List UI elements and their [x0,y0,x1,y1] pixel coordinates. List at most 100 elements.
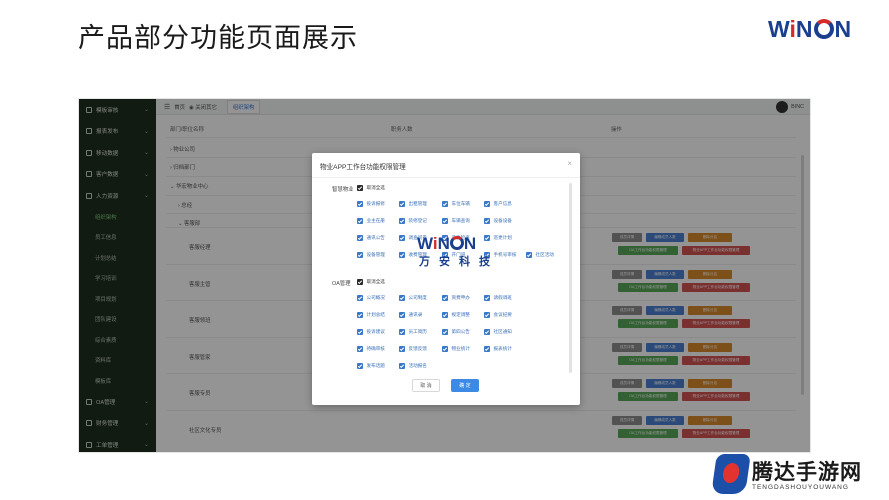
permission-checkbox[interactable]: 规定调整 [442,312,470,318]
checkbox-checked-icon [399,235,405,241]
permission-checkbox[interactable]: 请假调班 [484,295,512,301]
permission-checkbox[interactable]: 会议纪要 [484,312,512,318]
permission-checkbox[interactable]: 社区通知 [484,329,512,335]
permission-checkbox[interactable]: 出租管理 [399,201,427,207]
checkbox-checked-icon [357,279,363,285]
checkbox-checked-icon [526,252,532,258]
modal-title: 物业APP工作台功能权限管理 [320,164,406,171]
checkbox-label: 公司概况 [366,295,385,300]
permission-checkbox[interactable]: 活动报名 [399,363,427,369]
permission-checkbox[interactable]: 资费申办 [442,295,470,301]
checkbox-label: 报表统计 [493,346,512,351]
permission-checkbox[interactable]: 投诉报修 [357,201,385,207]
watermark-logo-part: W [417,234,433,253]
permission-checkbox[interactable]: 巡更计划 [484,235,512,241]
permission-checkbox[interactable]: 计划总结 [357,312,385,318]
checkbox-label: 设备设备 [493,218,512,223]
checkbox-checked-icon [357,201,363,207]
permission-checkbox[interactable]: 车位车辆 [442,201,470,207]
checkbox-checked-icon [357,346,363,352]
checkbox-label: 出租管理 [408,201,427,206]
checkbox-checked-icon [399,363,405,369]
checkbox-label: 社区活动 [535,252,554,257]
watermark-logo-part: N [437,234,450,253]
checkbox-checked-icon [484,201,490,207]
checkbox-label: 第四公告 [451,329,470,334]
checkbox-checked-icon [442,329,448,335]
checkbox-label: 车位车辆 [451,201,470,206]
watermark-logo-part: N [463,234,477,253]
permission-checkbox[interactable]: 公司概况 [357,295,385,301]
checkbox-label: 取消全选 [366,279,385,284]
checkbox-checked-icon [442,312,448,318]
checkbox-checked-icon [442,218,448,224]
checkbox-checked-icon [357,363,363,369]
app-screenshot: 模板审核 ⌄ 报表发布 ⌄ 移动数据 ⌄ 客户数据 ⌄ 人力资源 ⌄ 组织架构 员工信息 计划总结 学习培… [78,98,811,453]
watermark-text: 万安科技 [419,255,499,268]
checkbox-label: 请假调班 [493,295,512,300]
permission-checkbox[interactable]: 反馈反馈 [399,346,427,352]
permission-checkbox[interactable]: 设备管理 [357,252,385,258]
checkbox-label: 业主在册 [366,218,385,223]
select-all-checkbox[interactable]: 取消全选 [357,185,385,191]
permission-checkbox[interactable]: 公司制度 [399,295,427,301]
permission-checkbox[interactable]: 待确审核 [357,346,385,352]
checkbox-label: 装修登记 [408,218,427,223]
watermark-logo: WiN N [417,234,476,254]
slide-title: 产品部分功能页面展示 [78,23,358,54]
brand-logo-part: W [768,16,790,42]
modal-scrollbar[interactable] [569,183,572,373]
brand-orb-icon [813,19,834,39]
checkbox-checked-icon [442,346,448,352]
permission-checkbox[interactable]: 报表统计 [484,346,512,352]
checkbox-checked-icon [399,295,405,301]
checkbox-label: 物业统计 [451,346,470,351]
brand-logo: WiN N [768,16,851,43]
checkbox-label: 投诉建议 [366,329,385,334]
brand-logo-part: N [795,16,813,42]
checkbox-label: 活动报名 [408,363,427,368]
permission-checkbox[interactable]: 员工简历 [399,329,427,335]
permission-checkbox[interactable]: 通讯公告 [357,235,385,241]
checkbox-label: 规定调整 [451,312,470,317]
watermark-orb-icon [449,236,464,250]
permission-checkbox[interactable]: 物业统计 [442,346,470,352]
checkbox-checked-icon [357,295,363,301]
brand-logo-part: N [834,16,852,42]
checkbox-label: 客户信息 [493,201,512,206]
permission-group-label: 智慧物业 [332,187,354,193]
confirm-button[interactable]: 确 定 [451,379,479,392]
checkbox-checked-icon [357,218,363,224]
checkbox-checked-icon [399,252,405,258]
slide: 产品部分功能页面展示 WiN N 模板审核 ⌄ 报表发布 ⌄ 移动数据 ⌄ 客户数据 ⌄ 人力资源… [0,0,889,500]
cancel-button[interactable]: 取 消 [412,379,440,392]
permission-checkbox[interactable]: 装修登记 [399,218,427,224]
permission-modal: 物业APP工作台功能权限管理 × 取 消 确 定 智慧物业 取消全选 投诉报修 出租管… [312,153,580,405]
permission-checkbox[interactable]: 客户信息 [484,201,512,207]
checkbox-checked-icon [399,201,405,207]
checkbox-checked-icon [484,218,490,224]
permission-checkbox[interactable]: 社区活动 [526,252,554,258]
corner-watermark-subtitle: TENGDASHOUYOUWANG [752,484,849,491]
checkbox-checked-icon [442,201,448,207]
permission-checkbox[interactable]: 设备设备 [484,218,512,224]
checkbox-label: 待确审核 [366,346,385,351]
permission-checkbox[interactable]: 投诉建议 [357,329,385,335]
permission-checkbox[interactable]: 通讯录 [399,312,422,318]
checkbox-checked-icon [484,346,490,352]
permission-checkbox[interactable]: 业主在册 [357,218,385,224]
checkbox-label: 取消全选 [366,185,385,190]
checkbox-checked-icon [484,312,490,318]
checkbox-checked-icon [484,329,490,335]
checkbox-checked-icon [357,329,363,335]
badge-icon [711,454,751,494]
permission-checkbox[interactable]: 第四公告 [442,329,470,335]
permission-checkbox[interactable]: 车辆查询 [442,218,470,224]
close-icon[interactable]: × [567,159,572,168]
checkbox-label: 员工简历 [408,329,427,334]
permission-checkbox[interactable]: 发布话题 [357,363,385,369]
checkbox-checked-icon [399,218,405,224]
checkbox-label: 车辆查询 [451,218,470,223]
checkbox-checked-icon [399,346,405,352]
select-all-checkbox[interactable]: 取消全选 [357,279,385,285]
